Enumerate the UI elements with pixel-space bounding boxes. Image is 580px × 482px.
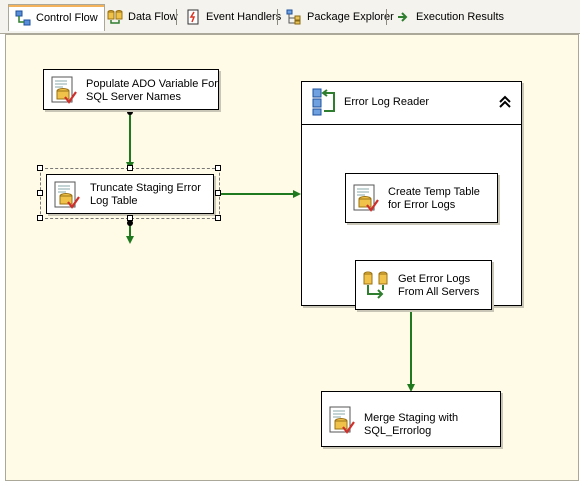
tab-label: Execution Results (416, 11, 505, 23)
tab-package-explorer[interactable]: Package Explorer (280, 6, 400, 28)
foreach-loop-icon (312, 88, 335, 116)
control-flow-canvas[interactable]: Populate ADO Variable For SQL Server Nam… (5, 34, 579, 481)
container-error-log-reader[interactable]: Error Log Reader Create Temp Table for E… (301, 81, 522, 310)
tab-label: Event Handlers (206, 11, 282, 23)
resize-handle[interactable] (215, 190, 221, 196)
resize-handle[interactable] (127, 165, 133, 171)
task-label-line1: Truncate Staging Error (90, 182, 201, 194)
tab-label: Package Explorer (307, 11, 394, 23)
tab-event-handlers[interactable]: Event Handlers (179, 6, 287, 28)
task-label-line1: Merge Staging with (364, 412, 459, 424)
task-merge-staging[interactable]: Merge Staging with SQL_Errorlog (321, 391, 501, 447)
task-get-error-logs[interactable]: Get Error Logs From All Servers (355, 260, 492, 310)
execute-sql-task-icon (329, 406, 355, 434)
execute-sql-task-icon (54, 181, 80, 209)
task-label-line1: Get Error Logs (398, 273, 471, 285)
task-create-temp-table[interactable]: Create Temp Table for Error Logs (345, 173, 498, 223)
resize-handle[interactable] (37, 215, 43, 221)
resize-handle[interactable] (127, 215, 133, 221)
execution-results-icon (398, 12, 408, 22)
resize-handle[interactable] (215, 165, 221, 171)
task-label-line2: SQL_Errorlog (364, 425, 432, 437)
execute-sql-task-icon (353, 184, 379, 212)
resize-handle[interactable] (37, 190, 43, 196)
precedence-container-to-merge[interactable] (407, 303, 415, 392)
tab-data-flow[interactable]: Data Flow (101, 6, 184, 28)
tab-separator (176, 9, 177, 25)
tab-separator (386, 9, 387, 25)
precedence-truncate-output[interactable] (126, 219, 134, 244)
tab-execution-results[interactable]: Execution Results (389, 6, 510, 28)
container-header: Error Log Reader (302, 82, 521, 125)
precedence-populate-to-truncate[interactable] (126, 109, 134, 170)
task-label-line2: From All Servers (398, 286, 480, 298)
tab-separator (277, 9, 278, 25)
task-label-line1: Populate ADO Variable For (86, 78, 218, 90)
data-flow-icon (107, 10, 123, 24)
resize-handle[interactable] (37, 165, 43, 171)
resize-handle[interactable] (215, 215, 221, 221)
tab-control-flow[interactable]: Control Flow (8, 4, 105, 31)
tab-label: Data Flow (128, 11, 178, 23)
container-title: Error Log Reader (344, 96, 429, 108)
task-label-line1: Create Temp Table (388, 186, 480, 198)
control-flow-icon (15, 10, 31, 26)
task-truncate-staging[interactable]: Truncate Staging Error Log Table (46, 174, 214, 214)
designer-tab-bar: Control Flow Data Flow Event Handlers Pa… (0, 0, 580, 34)
event-handlers-icon (187, 9, 199, 25)
data-flow-task-icon (363, 271, 388, 299)
collapse-chevron-icon[interactable] (497, 94, 513, 110)
execute-sql-task-icon (51, 76, 77, 104)
task-populate-ado-variable[interactable]: Populate ADO Variable For SQL Server Nam… (43, 69, 219, 110)
package-explorer-icon (286, 9, 301, 25)
ssis-designer: Control Flow Data Flow Event Handlers Pa… (0, 0, 580, 482)
tab-label: Control Flow (36, 12, 98, 24)
task-label-line2: for Error Logs (388, 199, 456, 211)
task-label-line2: SQL Server Names (86, 91, 181, 103)
task-label-line2: Log Table (90, 195, 138, 207)
